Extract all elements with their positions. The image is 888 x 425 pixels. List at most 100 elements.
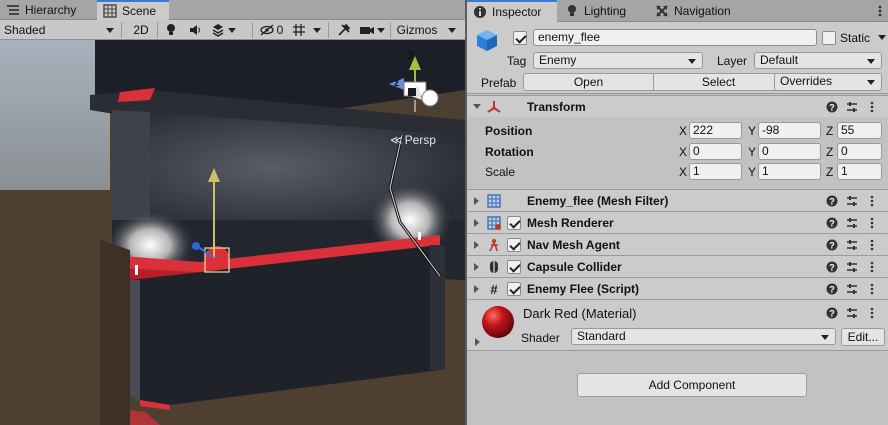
preset-icon[interactable]: [846, 238, 858, 252]
rotation-z-axis: Z: [826, 145, 834, 159]
shader-dropdown[interactable]: Standard: [571, 328, 836, 345]
position-x-axis: X: [679, 124, 688, 138]
rotation-z-field[interactable]: 0: [837, 143, 882, 160]
overrides-label: Overrides: [780, 74, 833, 88]
tab-hierarchy-label: Hierarchy: [25, 3, 77, 17]
more-menu-icon[interactable]: [878, 4, 882, 18]
camera-settings-icon[interactable]: [357, 21, 387, 39]
scene-viewport[interactable]: y z ≪ Persp: [0, 40, 465, 425]
rotation-x-field[interactable]: 0: [689, 143, 742, 160]
help-icon[interactable]: ?: [826, 238, 838, 252]
hidden-objects-toggle[interactable]: 0: [256, 21, 286, 39]
help-icon[interactable]: ?: [826, 216, 838, 230]
scale-x-field[interactable]: 1: [689, 163, 742, 180]
kebab-menu-icon[interactable]: [866, 100, 878, 114]
prefab-select-button[interactable]: Select: [653, 73, 784, 91]
chevron-down-icon: [448, 27, 456, 33]
component-header-enemy-flee-script[interactable]: # Enemy Flee (Script) ?: [467, 277, 888, 299]
foldout-closed-icon[interactable]: [475, 338, 480, 346]
scale-z-field[interactable]: 1: [837, 163, 882, 180]
projection-toggle[interactable]: ≪ Persp: [390, 133, 436, 147]
mesh-renderer-enabled-checkbox[interactable]: [507, 216, 521, 230]
gizmo-axis-z-label: z: [394, 78, 399, 89]
toggle-2d-label: 2D: [133, 23, 149, 37]
transform-header[interactable]: Transform ?: [467, 95, 888, 117]
prefab-open-button[interactable]: Open: [523, 73, 654, 91]
kebab-menu-icon[interactable]: [866, 260, 878, 274]
component-header-mesh-filter[interactable]: Enemy_flee (Mesh Filter) ?: [467, 189, 888, 211]
help-icon[interactable]: ?: [826, 282, 838, 296]
prefab-cube-icon: [475, 28, 499, 52]
scene-render: [0, 40, 465, 425]
grid-dropdown[interactable]: [312, 21, 322, 39]
audio-toggle-icon[interactable]: [184, 21, 206, 39]
component-header-mesh-renderer[interactable]: Mesh Renderer ?: [467, 211, 888, 233]
tab-hierarchy[interactable]: Hierarchy: [0, 0, 96, 20]
nav-mesh-agent-enabled-checkbox[interactable]: [507, 238, 521, 252]
help-icon[interactable]: ?: [826, 100, 838, 114]
gizmos-dropdown[interactable]: [442, 21, 462, 39]
active-toggle-checkbox[interactable]: [513, 31, 527, 45]
grid-toggle-icon[interactable]: [288, 21, 310, 39]
preset-icon[interactable]: [846, 306, 858, 320]
object-name-field[interactable]: enemy_flee: [533, 29, 817, 46]
help-icon[interactable]: ?: [826, 306, 838, 320]
component-header-capsule-collider[interactable]: Capsule Collider ?: [467, 255, 888, 277]
material-section: Dark Red (Material) ? Shader Standard Ed…: [467, 299, 888, 351]
preset-icon[interactable]: [846, 194, 858, 208]
foldout-open-icon[interactable]: [473, 104, 481, 109]
kebab-menu-icon[interactable]: [866, 194, 878, 208]
static-dropdown[interactable]: [876, 29, 886, 46]
tab-inspector[interactable]: Inspector: [467, 0, 557, 22]
foldout-closed-icon[interactable]: [474, 285, 479, 293]
kebab-menu-icon[interactable]: [866, 306, 878, 320]
material-preview-sphere[interactable]: [481, 305, 515, 339]
tab-navigation[interactable]: Navigation: [649, 0, 759, 22]
scale-y-field[interactable]: 1: [758, 163, 821, 180]
foldout-closed-icon[interactable]: [474, 197, 479, 205]
position-z-field[interactable]: 55: [837, 122, 882, 139]
kebab-menu-icon[interactable]: [866, 238, 878, 252]
tag-dropdown[interactable]: Enemy: [533, 52, 703, 69]
material-name: Dark Red (Material): [523, 306, 637, 321]
layer-label: Layer: [717, 54, 748, 68]
component-actions: ?: [826, 194, 878, 208]
preset-icon[interactable]: [846, 100, 858, 114]
enemy-flee-script-enabled-checkbox[interactable]: [507, 282, 521, 296]
foldout-closed-icon[interactable]: [474, 263, 479, 271]
add-component-button[interactable]: Add Component: [577, 373, 807, 397]
shading-mode-dropdown[interactable]: Shaded: [0, 21, 120, 39]
help-icon[interactable]: ?: [826, 260, 838, 274]
help-icon[interactable]: ?: [826, 194, 838, 208]
kebab-menu-icon[interactable]: [866, 216, 878, 230]
shader-label: Shader: [521, 331, 560, 345]
static-checkbox[interactable]: [822, 31, 836, 45]
effects-toggle-icon[interactable]: [208, 21, 238, 39]
preset-icon[interactable]: [846, 216, 858, 230]
component-header-nav-mesh-agent[interactable]: Nav Mesh Agent ?: [467, 233, 888, 255]
chevron-down-icon: [688, 59, 696, 64]
position-x-field[interactable]: 222: [689, 122, 742, 139]
rotation-y-field[interactable]: 0: [758, 143, 821, 160]
capsule-collider-enabled-checkbox[interactable]: [507, 260, 521, 274]
shader-edit-button[interactable]: Edit...: [841, 328, 885, 346]
tools-icon[interactable]: [333, 21, 355, 39]
component-actions: ?: [826, 216, 878, 230]
preset-icon[interactable]: [846, 260, 858, 274]
kebab-menu-icon[interactable]: [866, 282, 878, 296]
gizmo-axis-y-label: y: [408, 48, 415, 60]
tab-scene[interactable]: Scene: [97, 0, 169, 20]
prefab-overrides-dropdown[interactable]: Overrides: [774, 73, 882, 91]
lighting-toggle-icon[interactable]: [160, 21, 182, 39]
tab-lighting[interactable]: Lighting: [559, 0, 645, 22]
layer-dropdown[interactable]: Default: [754, 52, 882, 69]
tab-lighting-label: Lighting: [584, 4, 627, 18]
svg-text:?: ?: [829, 263, 835, 273]
position-y-field[interactable]: -98: [758, 122, 821, 139]
toggle-2d-button[interactable]: 2D: [126, 21, 156, 39]
mesh-filter-icon: [487, 194, 501, 208]
foldout-closed-icon[interactable]: [474, 241, 479, 249]
foldout-closed-icon[interactable]: [474, 219, 479, 227]
gizmos-button[interactable]: Gizmos: [392, 21, 442, 39]
preset-icon[interactable]: [846, 282, 858, 296]
